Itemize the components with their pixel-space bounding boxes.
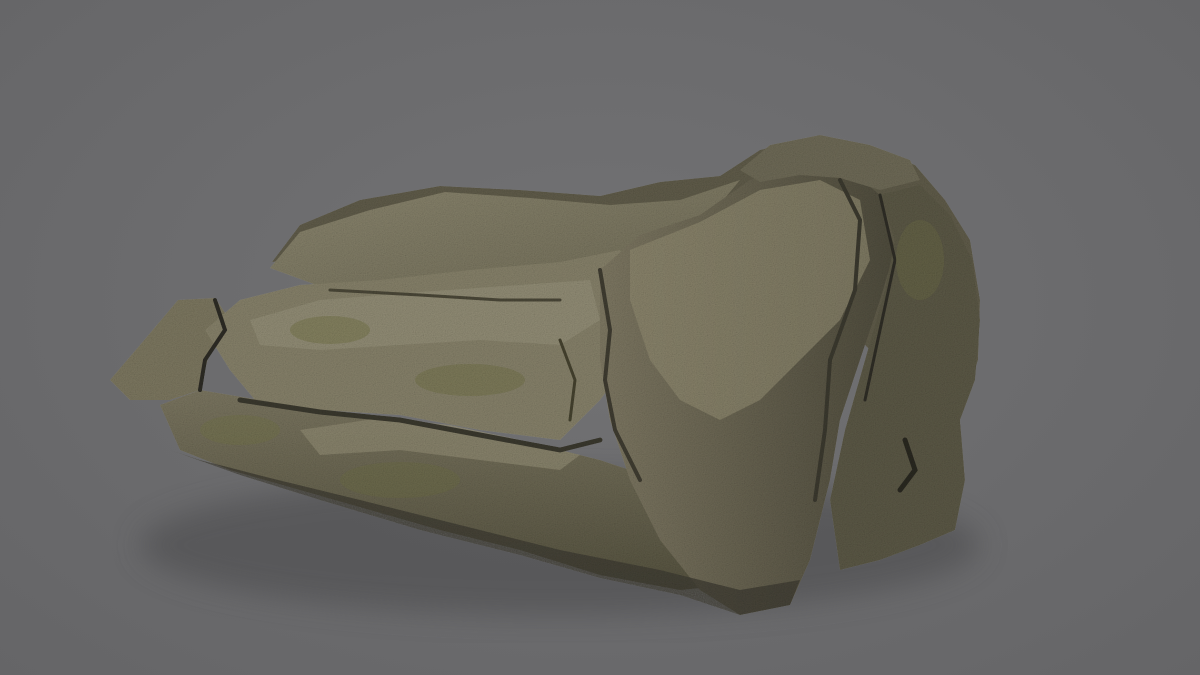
moss-patch xyxy=(200,415,280,445)
3d-viewport[interactable] xyxy=(0,0,1200,675)
moss-patch xyxy=(340,462,460,498)
moss-patch xyxy=(896,220,944,300)
moss-patch xyxy=(290,316,370,344)
rock-render xyxy=(110,135,980,615)
moss-patch xyxy=(415,364,525,396)
